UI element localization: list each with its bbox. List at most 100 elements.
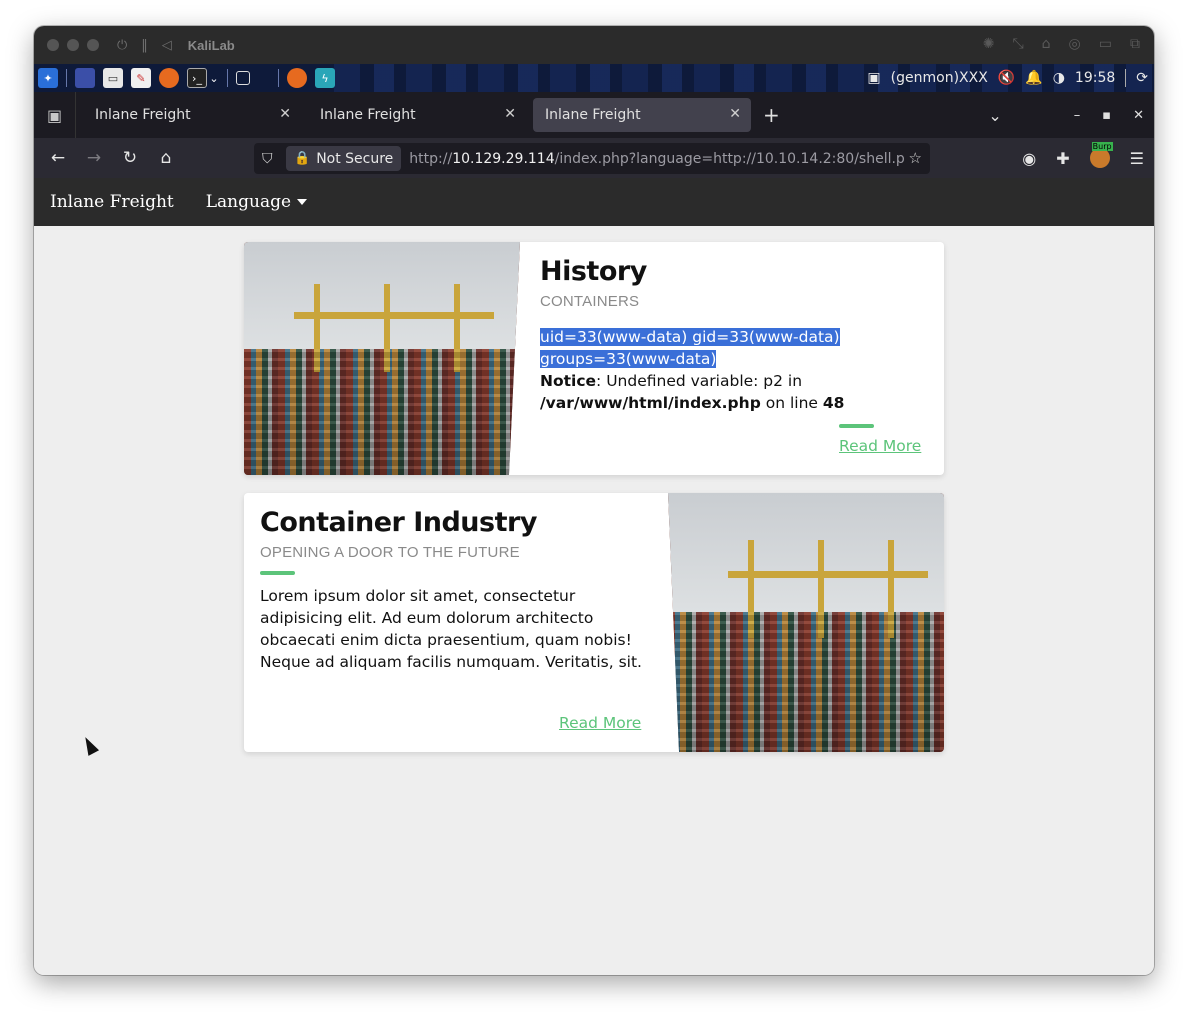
shield-icon[interactable]: ⛉: [262, 151, 280, 167]
windows-icon[interactable]: ⧉: [1130, 36, 1140, 52]
power-icon[interactable]: ⏻: [117, 38, 127, 53]
back-button[interactable]: ←: [40, 143, 76, 173]
web-content: Inlane Freight Language History CONTAINE…: [34, 178, 1154, 975]
minimize-window-button[interactable]: [67, 39, 79, 51]
close-icon[interactable]: ✕: [504, 106, 516, 122]
read-more-link[interactable]: Read More: [559, 714, 641, 732]
navigation-toolbar: ← → ↻ ⌂ ⛉ 🔒 Not Secure http://10.129.29.…: [34, 138, 1154, 178]
forward-button[interactable]: →: [76, 143, 112, 173]
tab-label: Inlane Freight: [95, 107, 191, 123]
close-icon[interactable]: ✕: [279, 106, 291, 122]
site-brand[interactable]: Inlane Freight: [50, 192, 174, 212]
workspace-icon[interactable]: [75, 68, 95, 88]
tab-label: Inlane Freight: [545, 107, 641, 123]
tab-label: Inlane Freight: [320, 107, 416, 123]
zoom-window-button[interactable]: [87, 39, 99, 51]
close-window-icon[interactable]: ✕: [1133, 108, 1144, 123]
container-rows: [668, 612, 944, 752]
panel-tray: ▣ (genmon)XXX 🔇 🔔 ◑ 19:58 ⟳: [867, 64, 1148, 92]
bookmark-star-icon[interactable]: ☆: [909, 149, 922, 167]
logout-icon[interactable]: ⟳: [1136, 70, 1148, 86]
brightness-icon[interactable]: ✺: [983, 36, 995, 52]
port-containers-image: [244, 242, 520, 475]
tab-strip: ▣ Inlane Freight ✕ Inlane Freight ✕ Inla…: [34, 92, 1154, 138]
burp-extension-icon[interactable]: [1089, 142, 1113, 168]
tab-3-active[interactable]: Inlane Freight ✕: [533, 98, 751, 132]
clock[interactable]: 19:58: [1075, 70, 1115, 86]
notice-path: /var/www/html/index.php: [540, 394, 761, 412]
firefox-launcher-icon[interactable]: [159, 68, 179, 88]
tab-2[interactable]: Inlane Freight ✕: [308, 98, 526, 132]
new-tab-icon[interactable]: +: [763, 103, 780, 127]
network-icon[interactable]: ◎: [1069, 36, 1081, 52]
bell-icon[interactable]: 🔔: [1025, 70, 1042, 86]
not-secure-badge[interactable]: 🔒 Not Secure: [286, 146, 402, 171]
language-dropdown[interactable]: Language: [205, 192, 308, 212]
power-manager-icon[interactable]: ◑: [1053, 70, 1065, 86]
crane-beam: [294, 311, 494, 319]
language-label: Language: [205, 192, 292, 212]
accent-bar: [839, 424, 874, 428]
account-icon[interactable]: ◉: [1022, 149, 1036, 168]
notice-line-number: 48: [822, 394, 845, 412]
window-traffic-lights[interactable]: [47, 39, 99, 51]
card-subtitle: CONTAINERS: [540, 293, 640, 310]
card-body-text: Lorem ipsum dolor sit amet, consectetur …: [260, 587, 642, 671]
vm-title: KaliLab: [187, 37, 235, 53]
display-icon[interactable]: ▣: [867, 70, 880, 86]
home-button[interactable]: ⌂: [148, 143, 184, 173]
notice-online: on line: [760, 394, 823, 412]
genmon-label: (genmon)XXX: [890, 70, 988, 86]
minimize-icon[interactable]: –: [1074, 108, 1081, 123]
command-output: uid=33(www-data) gid=33(www-data) groups…: [540, 326, 928, 414]
back-icon[interactable]: ◁: [162, 38, 172, 53]
notice-text: : Undefined variable: p2 in: [596, 372, 803, 390]
panel-separator: [227, 69, 228, 87]
crane-beam: [728, 570, 928, 578]
history-card-body: History CONTAINERS uid=33(www-data) gid=…: [540, 256, 928, 414]
file-manager-icon[interactable]: ▭: [103, 68, 123, 88]
url-text[interactable]: http://10.129.29.114/index.php?language=…: [409, 151, 904, 167]
url-prefix: http://: [409, 150, 453, 167]
container-card-body: Container Industry OPENING A DOOR TO THE…: [260, 507, 648, 673]
tab-list-icon[interactable]: ▣: [34, 92, 76, 138]
text-editor-icon[interactable]: ✎: [131, 68, 151, 88]
burp-task-icon[interactable]: ϟ: [315, 68, 335, 88]
maximize-icon[interactable]: ▪: [1102, 108, 1111, 123]
terminal-icon[interactable]: ›_: [187, 68, 207, 88]
close-window-button[interactable]: [47, 39, 59, 51]
toolbar-right: ◉ ✚ ☰: [1022, 138, 1144, 178]
resize-icon[interactable]: ⤡: [1012, 36, 1023, 52]
close-icon[interactable]: ✕: [729, 106, 741, 122]
vm-window: ⏻ ‖ ◁ KaliLab ✺ ⤡ ⌂ ◎ ▭ ⧉ ✦ ▭ ✎ ›_ ⌄ ϟ ▣…: [34, 26, 1154, 975]
accent-bar: [260, 571, 295, 575]
tab-1[interactable]: Inlane Freight ✕: [83, 98, 301, 132]
usb-icon[interactable]: ⌂: [1042, 36, 1051, 52]
notice-label: Notice: [540, 372, 597, 390]
port-containers-image: [668, 493, 944, 752]
mute-icon[interactable]: 🔇: [998, 70, 1015, 86]
url-path: /index.php?language=http://10.10.14.2:80…: [554, 150, 905, 167]
panel-separator: [1125, 69, 1127, 87]
not-secure-label: Not Secure: [316, 150, 394, 167]
extensions-icon[interactable]: ✚: [1056, 149, 1069, 168]
history-card: History CONTAINERS uid=33(www-data) gid=…: [244, 242, 944, 475]
folder-icon[interactable]: ▭: [1099, 36, 1112, 52]
list-all-tabs-icon[interactable]: ⌄: [988, 106, 1001, 125]
url-bar[interactable]: ⛉ 🔒 Not Secure http://10.129.29.114/inde…: [254, 143, 930, 174]
sky: [668, 493, 944, 613]
chevron-down-icon[interactable]: ⌄: [209, 68, 219, 88]
reload-button[interactable]: ↻: [112, 143, 148, 173]
hamburger-menu-icon[interactable]: ☰: [1130, 149, 1144, 168]
selected-output-line: groups=33(www-data): [540, 350, 717, 368]
pause-icon[interactable]: ‖: [141, 38, 148, 53]
insecure-lock-icon: 🔒: [294, 151, 311, 166]
window-controls: ⌄ – ▪ ✕: [988, 92, 1144, 138]
sky: [244, 242, 520, 350]
site-navbar: Inlane Freight Language: [34, 178, 1154, 226]
kali-menu-icon[interactable]: ✦: [38, 68, 58, 88]
workspace-switcher-icon[interactable]: [236, 71, 250, 85]
firefox-task-icon[interactable]: [287, 68, 307, 88]
vm-titlebar: ⏻ ‖ ◁ KaliLab ✺ ⤡ ⌂ ◎ ▭ ⧉: [34, 26, 1154, 64]
read-more-link[interactable]: Read More: [839, 437, 921, 455]
